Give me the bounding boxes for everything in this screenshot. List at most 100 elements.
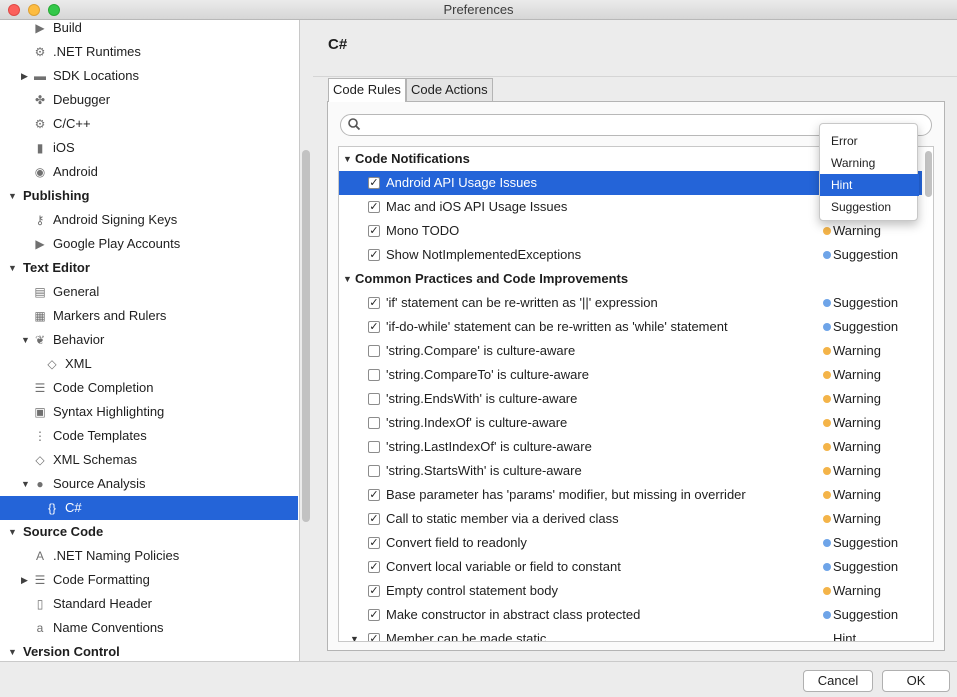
severity-select[interactable]: Warning xyxy=(833,339,881,363)
rule-enabled-checkbox[interactable]: ✓ xyxy=(368,537,380,549)
rule-row[interactable]: ✓ Call to static member via a derived cla… xyxy=(339,507,922,531)
severity-option-hint[interactable]: Hint xyxy=(820,174,919,196)
ok-button[interactable]: OK xyxy=(882,670,950,692)
severity-select[interactable]: Warning xyxy=(833,435,881,459)
rule-row[interactable]: ✓ 'if' statement can be re-written as '||… xyxy=(339,291,922,315)
disclosure-expanded-icon[interactable]: ▼ xyxy=(21,472,30,496)
sidebar-item-text-editor[interactable]: ▼ Text Editor xyxy=(0,256,298,280)
sidebar-item-version-control[interactable]: ▼ Version Control xyxy=(0,640,298,661)
disclosure-expanded-icon[interactable]: ▼ xyxy=(21,328,30,352)
disclosure-collapsed-icon[interactable]: ▶ xyxy=(21,568,28,592)
rule-row[interactable]: 'string.StartsWith' is culture-aware Warn… xyxy=(339,459,922,483)
sidebar-item-android-signing-keys[interactable]: ⚷ Android Signing Keys xyxy=(0,208,298,232)
sidebar-item-syntax-highlighting[interactable]: ▣ Syntax Highlighting xyxy=(0,400,298,424)
sidebar-scrollbar[interactable] xyxy=(302,150,310,522)
rule-enabled-checkbox[interactable]: ✓ xyxy=(368,201,380,213)
rule-row[interactable]: ✓ Mono TODO Warning xyxy=(339,219,922,243)
severity-select[interactable]: Suggestion xyxy=(833,603,898,627)
tab-code-rules[interactable]: Code Rules xyxy=(328,78,406,102)
severity-select[interactable]: Warning xyxy=(833,363,881,387)
sidebar-item-xml-schemas[interactable]: ◇ XML Schemas xyxy=(0,448,298,472)
severity-option-error[interactable]: Error xyxy=(820,130,919,152)
sidebar-item-source-code[interactable]: ▼ Source Code xyxy=(0,520,298,544)
rules-list-scrollbar[interactable] xyxy=(925,151,932,197)
severity-select[interactable]: Warning xyxy=(833,411,881,435)
rule-enabled-checkbox[interactable]: ✓ xyxy=(368,225,380,237)
disclosure-expanded-icon[interactable]: ▼ xyxy=(350,627,359,641)
sidebar-item-publishing[interactable]: ▼ Publishing xyxy=(0,184,298,208)
rule-row[interactable]: 'string.Compare' is culture-aware Warning xyxy=(339,339,922,363)
rule-row[interactable]: 'string.LastIndexOf' is culture-aware War… xyxy=(339,435,922,459)
rule-row[interactable]: ✓ Make constructor in abstract class prot… xyxy=(339,603,922,627)
disclosure-expanded-icon[interactable]: ▼ xyxy=(343,147,352,171)
rule-enabled-checkbox[interactable]: ✓ xyxy=(368,177,380,189)
sidebar-item-net-naming-policies[interactable]: A .NET Naming Policies xyxy=(0,544,298,568)
sidebar-item-behavior[interactable]: ▼ ❦ Behavior xyxy=(0,328,298,352)
rule-row[interactable]: 'string.EndsWith' is culture-aware Warnin… xyxy=(339,387,922,411)
sidebar-item-c[interactable]: {} C# xyxy=(0,496,298,520)
severity-select[interactable]: Suggestion xyxy=(833,243,898,267)
severity-option-suggestion[interactable]: Suggestion xyxy=(820,196,919,218)
rule-enabled-checkbox[interactable]: ✓ xyxy=(368,633,380,641)
disclosure-expanded-icon[interactable]: ▼ xyxy=(8,520,17,544)
sidebar-item-net-runtimes[interactable]: ⚙ .NET Runtimes xyxy=(0,40,298,64)
rule-category[interactable]: ▼ Common Practices and Code Improvements xyxy=(339,267,922,291)
rule-row[interactable]: ✓ Empty control statement body Warning xyxy=(339,579,922,603)
rule-row[interactable]: ✓ Base parameter has 'params' modifier, b… xyxy=(339,483,922,507)
severity-select[interactable]: Warning xyxy=(833,459,881,483)
sidebar-item-source-analysis[interactable]: ▼ ● Source Analysis xyxy=(0,472,298,496)
rule-enabled-checkbox[interactable] xyxy=(368,345,380,357)
rule-enabled-checkbox[interactable]: ✓ xyxy=(368,513,380,525)
rule-enabled-checkbox[interactable] xyxy=(368,441,380,453)
severity-select[interactable]: Suggestion xyxy=(833,555,898,579)
severity-select[interactable]: Warning xyxy=(833,483,881,507)
disclosure-expanded-icon[interactable]: ▼ xyxy=(8,184,17,208)
sidebar-item-ios[interactable]: ▮ iOS xyxy=(0,136,298,160)
tab-code-actions[interactable]: Code Actions xyxy=(406,78,493,101)
sidebar-item-standard-header[interactable]: ▯ Standard Header xyxy=(0,592,298,616)
rule-enabled-checkbox[interactable]: ✓ xyxy=(368,585,380,597)
rule-row[interactable]: ▼ ✓ Member can be made static Hint xyxy=(339,627,922,641)
rule-row[interactable]: ✓ Convert field to readonly Suggestion xyxy=(339,531,922,555)
rule-enabled-checkbox[interactable]: ✓ xyxy=(368,609,380,621)
rule-enabled-checkbox[interactable] xyxy=(368,417,380,429)
close-window-button[interactable] xyxy=(8,4,20,16)
rule-row[interactable]: ✓ Show NotImplementedExceptions Suggestion xyxy=(339,243,922,267)
rule-row[interactable]: 'string.IndexOf' is culture-aware Warning xyxy=(339,411,922,435)
rule-row[interactable]: 'string.CompareTo' is culture-aware Warni… xyxy=(339,363,922,387)
severity-select[interactable]: Warning xyxy=(833,219,881,243)
severity-select[interactable]: Suggestion xyxy=(833,315,898,339)
rule-enabled-checkbox[interactable]: ✓ xyxy=(368,489,380,501)
sidebar-item-code-formatting[interactable]: ▶ ☰ Code Formatting xyxy=(0,568,298,592)
rule-enabled-checkbox[interactable]: ✓ xyxy=(368,561,380,573)
rule-row[interactable]: ✓ Convert local variable or field to cons… xyxy=(339,555,922,579)
rule-enabled-checkbox[interactable]: ✓ xyxy=(368,297,380,309)
minimize-window-button[interactable] xyxy=(28,4,40,16)
rule-enabled-checkbox[interactable] xyxy=(368,393,380,405)
sidebar-item-android[interactable]: ◉ Android xyxy=(0,160,298,184)
rule-enabled-checkbox[interactable]: ✓ xyxy=(368,249,380,261)
rule-enabled-checkbox[interactable] xyxy=(368,465,380,477)
sidebar-item-markers-and-rulers[interactable]: ▦ Markers and Rulers xyxy=(0,304,298,328)
sidebar-item-google-play-accounts[interactable]: ▶ Google Play Accounts xyxy=(0,232,298,256)
sidebar-item-xml[interactable]: ◇ XML xyxy=(0,352,298,376)
sidebar-item-build[interactable]: ▶ Build xyxy=(0,20,298,40)
severity-select[interactable]: Suggestion xyxy=(833,531,898,555)
sidebar-item-code-templates[interactable]: ⋮ Code Templates xyxy=(0,424,298,448)
disclosure-expanded-icon[interactable]: ▼ xyxy=(343,267,352,291)
severity-select[interactable]: Warning xyxy=(833,387,881,411)
cancel-button[interactable]: Cancel xyxy=(803,670,873,692)
sidebar-item-sdk-locations[interactable]: ▶ ▬ SDK Locations xyxy=(0,64,298,88)
sidebar-item-debugger[interactable]: ✤ Debugger xyxy=(0,88,298,112)
severity-select[interactable]: Warning xyxy=(833,579,881,603)
disclosure-expanded-icon[interactable]: ▼ xyxy=(8,640,17,661)
sidebar-item-code-completion[interactable]: ☰ Code Completion xyxy=(0,376,298,400)
rule-enabled-checkbox[interactable] xyxy=(368,369,380,381)
severity-select[interactable]: Hint xyxy=(833,627,856,641)
rule-enabled-checkbox[interactable]: ✓ xyxy=(368,321,380,333)
sidebar-item-general[interactable]: ▤ General xyxy=(0,280,298,304)
severity-select[interactable]: Suggestion xyxy=(833,291,898,315)
severity-option-warning[interactable]: Warning xyxy=(820,152,919,174)
disclosure-collapsed-icon[interactable]: ▶ xyxy=(21,64,28,88)
severity-select[interactable]: Warning xyxy=(833,507,881,531)
